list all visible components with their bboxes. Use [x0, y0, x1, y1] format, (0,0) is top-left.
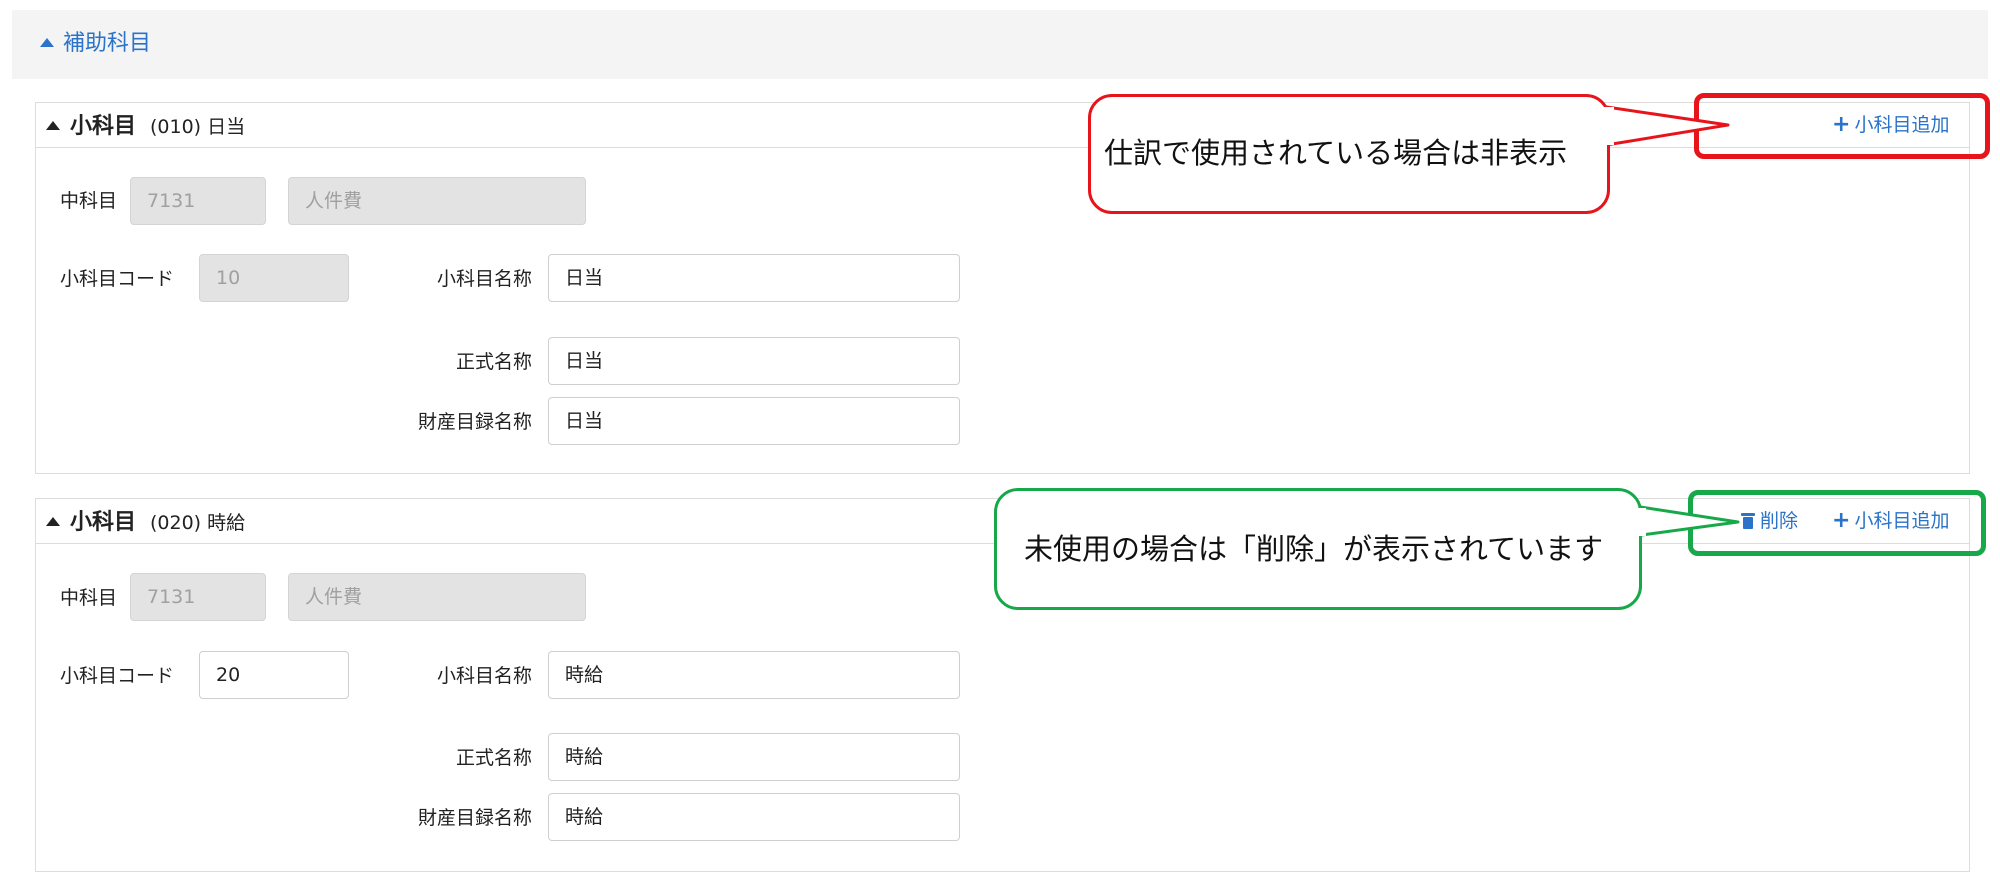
formal-name-label: 正式名称 [455, 351, 532, 373]
callout-pointer [1598, 104, 1730, 148]
section-title[interactable]: 補助科目 [63, 29, 151, 59]
callout-text: 仕訳で使用されている場合は非表示 [1104, 138, 1568, 170]
sub-account-name-label: 小科目名称 [436, 268, 532, 290]
chu-account-label: 中科目 [60, 190, 118, 212]
panel-title: 小科目 [70, 510, 137, 535]
chu-account-code-field: 7131 [130, 573, 266, 621]
panel-subtitle: (010) 日当 [150, 116, 246, 138]
asset-list-name-label: 財産目録名称 [417, 807, 532, 829]
panel-subtitle: (020) 時給 [150, 512, 246, 534]
formal-name-input[interactable]: 日当 [548, 337, 960, 385]
asset-list-name-input[interactable]: 時給 [548, 793, 960, 841]
sub-account-name-input[interactable]: 時給 [548, 651, 960, 699]
sub-account-name-label: 小科目名称 [436, 665, 532, 687]
chu-account-name-field: 人件費 [288, 177, 586, 225]
formal-name-label: 正式名称 [455, 747, 532, 769]
callout-text: 未使用の場合は「削除」が表示されています [1024, 534, 1604, 566]
callout-pointer [1632, 504, 1740, 538]
asset-list-name-label: 財産目録名称 [417, 411, 532, 433]
asset-list-name-input[interactable]: 日当 [548, 397, 960, 445]
section-header[interactable] [12, 10, 1988, 79]
sub-account-name-input[interactable]: 日当 [548, 254, 960, 302]
sub-account-code-label: 小科目コード [60, 268, 175, 290]
collapse-caret-icon[interactable] [46, 121, 60, 130]
collapse-caret-icon[interactable] [40, 38, 54, 47]
chu-account-code-field: 7131 [130, 177, 266, 225]
chu-account-label: 中科目 [60, 587, 118, 609]
sub-account-code-label: 小科目コード [60, 665, 175, 687]
sub-account-code-field: 10 [199, 254, 349, 302]
chu-account-name-field: 人件費 [288, 573, 586, 621]
sub-account-code-input[interactable]: 20 [199, 651, 349, 699]
collapse-caret-icon[interactable] [46, 517, 60, 526]
panel-title: 小科目 [70, 114, 137, 139]
formal-name-input[interactable]: 時給 [548, 733, 960, 781]
